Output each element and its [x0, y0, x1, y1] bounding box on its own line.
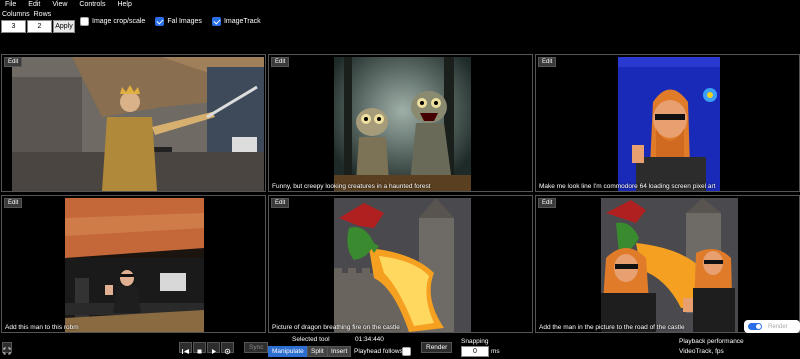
playback-performance-value: VideoTrack, fps: [679, 348, 724, 355]
checkbox-label: ImageTrack: [223, 18, 261, 25]
checkbox-label: Image crop/scale: [92, 18, 146, 25]
snapping-input[interactable]: [461, 346, 489, 357]
imagetrack-checkbox[interactable]: ImageTrack: [211, 17, 261, 26]
snapping-unit: ms: [491, 348, 500, 355]
checkbox-box[interactable]: [211, 17, 221, 26]
apply-button[interactable]: Apply: [53, 20, 75, 33]
menu-file[interactable]: File: [5, 0, 16, 10]
columns-label: Columns: [2, 11, 30, 18]
panel-image: [618, 57, 720, 191]
tool-insert[interactable]: Insert: [327, 346, 352, 357]
checkbox-box[interactable]: [155, 17, 165, 26]
render-button[interactable]: Render: [421, 342, 453, 353]
panel-caption: Make me look line I'm commodore 64 loadi…: [539, 183, 716, 190]
render-toggle[interactable]: Render: [744, 320, 800, 333]
toggle-label: Render: [768, 323, 788, 330]
columns-input[interactable]: [1, 20, 26, 33]
edit-button[interactable]: Edit: [271, 57, 290, 67]
checkbox-label: Fal Images: [167, 18, 202, 25]
timeline-controls: Sync Selected tool 01:34:440 Manipulate …: [0, 336, 800, 359]
playhead-follows-label: Playhead follows: [354, 348, 403, 355]
toggle-switch[interactable]: [748, 323, 762, 330]
panel-caption: Picture of dragon breathing fire on the …: [272, 324, 400, 331]
rows-label: Rows: [33, 11, 52, 18]
fullscreen-icon[interactable]: [2, 342, 12, 355]
snapping-label: Snapping: [461, 338, 489, 345]
panel-image: [601, 198, 738, 332]
sync-button[interactable]: Sync: [244, 342, 269, 353]
grid-size-labels: Columns Rows: [2, 11, 51, 18]
video-grid: Edit Edit Funny, but creepy looking crea…: [1, 54, 800, 335]
checkbox-box[interactable]: [80, 17, 89, 26]
playhead-follows-checkbox[interactable]: [402, 347, 411, 356]
menu-view[interactable]: View: [52, 0, 67, 10]
tool-split[interactable]: Split: [307, 346, 328, 357]
fal-images-checkbox[interactable]: Fal Images: [155, 17, 202, 26]
image-crop-scale-checkbox[interactable]: Image crop/scale: [80, 17, 145, 26]
video-panel-6[interactable]: Edit Add the man in the picture to the r…: [535, 195, 800, 333]
panel-image: [334, 57, 471, 191]
toolbar: Columns Rows Apply Image crop/scale Fal …: [0, 11, 800, 35]
playback-performance-label: Playback performance: [679, 338, 744, 345]
video-panel-4[interactable]: Edit Add this man to this robm: [1, 195, 266, 333]
panel-caption: Funny, but creepy looking creatures in a…: [272, 183, 431, 190]
playhead-timecode: 01:34:440: [355, 336, 384, 343]
skip-start-icon[interactable]: [179, 342, 192, 354]
menu-bar: File Edit View Controls Help: [0, 0, 800, 10]
edit-button[interactable]: Edit: [538, 198, 557, 208]
panel-caption: Add this man to this robm: [5, 324, 79, 331]
loop-icon[interactable]: [221, 342, 234, 355]
edit-button[interactable]: Edit: [538, 57, 557, 67]
play-icon[interactable]: [207, 342, 220, 354]
panel-image: [65, 198, 204, 332]
panel-image: [334, 198, 471, 332]
menu-edit[interactable]: Edit: [28, 0, 40, 10]
tool-manipulate[interactable]: Manipulate: [268, 346, 308, 357]
stop-icon[interactable]: [193, 342, 206, 354]
menu-controls[interactable]: Controls: [79, 0, 105, 10]
video-panel-5[interactable]: Edit Picture of dragon breathing fire on…: [268, 195, 533, 333]
video-panel-1[interactable]: Edit: [1, 54, 266, 192]
menu-help[interactable]: Help: [117, 0, 131, 10]
option-checkboxes: Image crop/scale Fal Images ImageTrack: [80, 17, 261, 26]
video-panel-2[interactable]: Edit Funny, but creepy looking creatures…: [268, 54, 533, 192]
selected-tool-label: Selected tool: [292, 336, 330, 343]
edit-button[interactable]: Edit: [271, 198, 290, 208]
edit-button[interactable]: Edit: [4, 57, 23, 67]
grid-size-inputs: Apply: [1, 20, 75, 33]
panel-image: [12, 57, 264, 191]
edit-button[interactable]: Edit: [4, 198, 23, 208]
video-panel-3[interactable]: Edit Make me look line I'm commodore 64 …: [535, 54, 800, 192]
rows-input[interactable]: [27, 20, 52, 33]
panel-caption: Add the man in the picture to the road o…: [539, 324, 685, 331]
